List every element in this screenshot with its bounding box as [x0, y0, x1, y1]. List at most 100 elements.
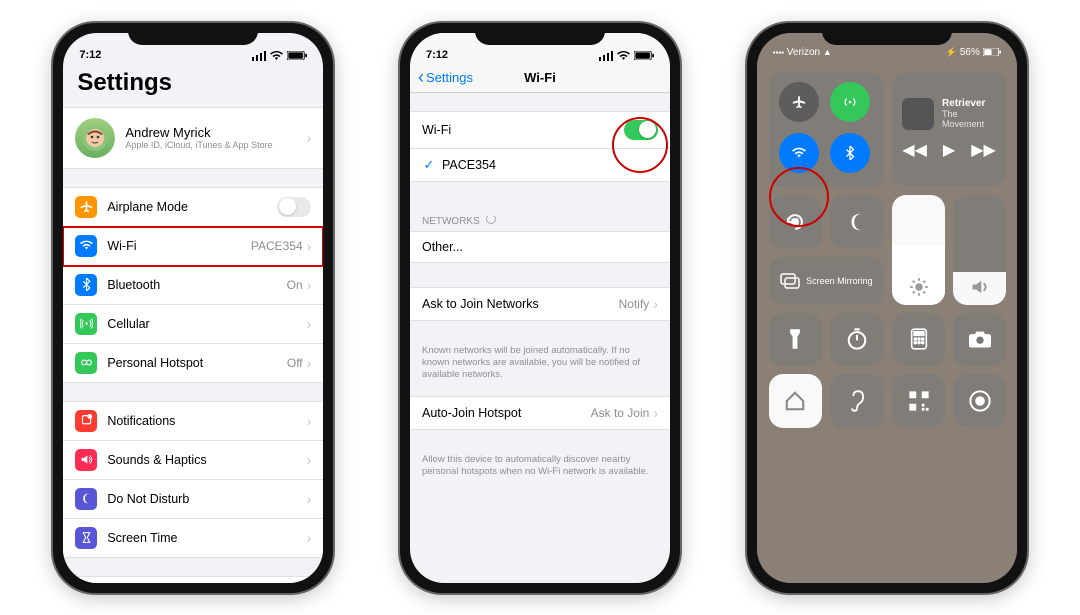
- cc-carrier: ▪▪▪▪ Verizon ▲: [773, 47, 832, 58]
- airplane-icon: [75, 196, 97, 218]
- cc-brightness-slider[interactable]: [892, 195, 945, 305]
- other-label: Other...: [422, 240, 658, 254]
- row-hotspot[interactable]: Personal Hotspot Off ›: [63, 344, 323, 383]
- wifi-icon: [270, 51, 283, 61]
- phone-controlcenter: ▪▪▪▪ Verizon ▲ ⚡ 56% Retriever: [747, 23, 1027, 593]
- cc-grid: Retriever The Movement ◀◀ ▶ ▶▶: [757, 64, 1017, 434]
- cc-qrcode-button[interactable]: [892, 374, 945, 427]
- user-name: Andrew Myrick: [125, 125, 306, 140]
- back-label: Settings: [426, 70, 473, 85]
- auto-footer: Allow this device to automatically disco…: [410, 448, 670, 493]
- spinner-icon: [486, 214, 496, 224]
- notifications-label: Notifications: [107, 414, 306, 428]
- chevron-icon: ›: [307, 491, 312, 507]
- signal-icon: [252, 51, 266, 61]
- cellular-label: Cellular: [107, 317, 306, 331]
- notch: [475, 23, 605, 45]
- cc-home-button[interactable]: [769, 374, 823, 428]
- cc-calculator-button[interactable]: [892, 313, 945, 366]
- cc-record-button[interactable]: [953, 374, 1006, 427]
- chevron-icon: ›: [307, 452, 312, 468]
- wifi-switch[interactable]: [624, 120, 658, 140]
- hotspot-icon: [75, 352, 97, 374]
- ask-label: Ask to Join Networks: [422, 297, 619, 311]
- cc-cellular-button[interactable]: [830, 82, 870, 122]
- sounds-icon: [75, 449, 97, 471]
- row-other-network[interactable]: Other...: [410, 231, 670, 263]
- row-cellular[interactable]: Cellular ›: [63, 305, 323, 344]
- chevron-icon: ›: [307, 238, 312, 254]
- cc-battery: ⚡ 56%: [946, 47, 1001, 58]
- row-sounds[interactable]: Sounds & Haptics ›: [63, 441, 323, 480]
- sounds-label: Sounds & Haptics: [107, 453, 306, 467]
- ask-footer: Known networks will be joined automatica…: [410, 339, 670, 396]
- row-wifi-toggle[interactable]: Wi-Fi: [410, 111, 670, 149]
- media-title: Retriever: [942, 98, 996, 109]
- cc-screen-mirroring-button[interactable]: Screen Mirroring: [769, 257, 884, 305]
- row-airplane[interactable]: Airplane Mode: [63, 187, 323, 227]
- checkmark-icon: ✓: [422, 157, 436, 173]
- battery-icon: [634, 51, 654, 60]
- tile-media[interactable]: Retriever The Movement ◀◀ ▶ ▶▶: [892, 72, 1006, 186]
- phone-wifi: 7:12 ‹Settings Wi-Fi Wi-Fi ✓ PACE354 Net…: [400, 23, 680, 593]
- back-button[interactable]: ‹Settings: [418, 67, 473, 88]
- cc-hearing-button[interactable]: [830, 374, 884, 428]
- bluetooth-value: On: [287, 278, 303, 292]
- cellular-icon: [75, 313, 97, 335]
- media-play-button[interactable]: ▶: [943, 140, 955, 160]
- chevron-icon: ›: [307, 316, 312, 332]
- wifi-icon: [617, 51, 630, 61]
- status-icons: [252, 51, 307, 61]
- user-subtitle: Apple ID, iCloud, iTunes & App Store: [125, 140, 306, 150]
- chevron-icon: ›: [307, 413, 312, 429]
- avatar-face-icon: [81, 124, 109, 152]
- wifi-value: PACE354: [251, 239, 303, 253]
- row-connected-network[interactable]: ✓ PACE354: [410, 149, 670, 182]
- chevron-icon: ›: [307, 277, 312, 293]
- cc-dnd-button[interactable]: [830, 195, 884, 249]
- row-screentime[interactable]: Screen Time ›: [63, 519, 323, 558]
- cc-bluetooth-button[interactable]: [830, 133, 870, 173]
- row-auto-join[interactable]: Auto-Join Hotspot Ask to Join ›: [410, 396, 670, 430]
- status-time: 7:12: [79, 49, 101, 61]
- row-dnd[interactable]: Do Not Disturb ›: [63, 480, 323, 519]
- row-bluetooth[interactable]: Bluetooth On ›: [63, 266, 323, 305]
- chevron-icon: ›: [653, 405, 658, 421]
- cc-flashlight-button[interactable]: [769, 313, 823, 367]
- mirror-label: Screen Mirroring: [806, 276, 873, 286]
- navbar-title: Wi-Fi: [524, 70, 556, 85]
- dnd-icon: [75, 488, 97, 510]
- screentime-icon: [75, 527, 97, 549]
- cc-camera-button[interactable]: [953, 313, 1006, 366]
- media-prev-button[interactable]: ◀◀: [902, 140, 927, 160]
- user-row[interactable]: Andrew Myrick Apple ID, iCloud, iTunes &…: [63, 107, 323, 169]
- notch: [822, 23, 952, 45]
- wifi-icon: [75, 235, 97, 257]
- phone-settings: 7:12 Settings Andrew Myrick Apple ID, iC…: [53, 23, 333, 593]
- cc-wifi-button[interactable]: [779, 133, 819, 173]
- airplane-label: Airplane Mode: [107, 200, 277, 214]
- cc-volume-slider[interactable]: [953, 195, 1006, 305]
- hotspot-value: Off: [287, 356, 303, 370]
- chevron-icon: ›: [307, 530, 312, 546]
- media-artwork: [902, 98, 934, 130]
- dnd-label: Do Not Disturb: [107, 492, 306, 506]
- media-next-button[interactable]: ▶▶: [971, 140, 996, 160]
- wifi-label: Wi-Fi: [107, 239, 251, 253]
- cc-airplane-button[interactable]: [779, 82, 819, 122]
- screentime-label: Screen Time: [107, 531, 306, 545]
- cc-timer-button[interactable]: [830, 313, 884, 367]
- cc-orientation-lock-button[interactable]: [769, 195, 823, 249]
- row-notifications[interactable]: Notifications ›: [63, 401, 323, 441]
- auto-value: Ask to Join: [591, 406, 650, 420]
- airplane-switch[interactable]: [277, 197, 311, 217]
- media-subtitle: The Movement: [942, 109, 996, 129]
- row-general[interactable]: General ›: [63, 576, 323, 583]
- screen-controlcenter: ▪▪▪▪ Verizon ▲ ⚡ 56% Retriever: [757, 33, 1017, 583]
- chevron-icon: ›: [653, 296, 658, 312]
- status-icons: [599, 51, 654, 61]
- row-ask-to-join[interactable]: Ask to Join Networks Notify ›: [410, 287, 670, 321]
- hotspot-label: Personal Hotspot: [107, 356, 287, 370]
- screen-wifi: 7:12 ‹Settings Wi-Fi Wi-Fi ✓ PACE354 Net…: [410, 33, 670, 583]
- row-wifi[interactable]: Wi-Fi PACE354 ›: [63, 227, 323, 266]
